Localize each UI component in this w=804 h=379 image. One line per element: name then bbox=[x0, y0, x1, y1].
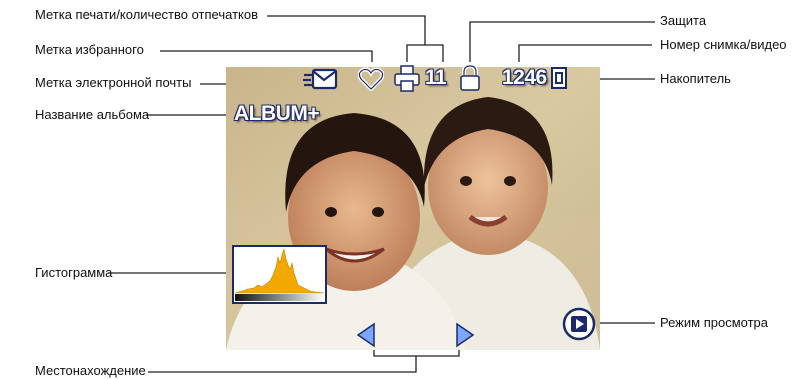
callout-favorite-tag: Метка избранного bbox=[35, 42, 144, 57]
callout-album-name: Название альбома bbox=[35, 107, 150, 122]
printer-icon bbox=[394, 65, 420, 92]
callout-picture-video-number: Номер снимка/видео bbox=[660, 37, 787, 52]
heart-icon bbox=[358, 67, 384, 91]
callout-location: Местонахождение bbox=[35, 363, 146, 378]
right-arrow-icon[interactable] bbox=[455, 322, 475, 348]
callout-storage: Накопитель bbox=[660, 71, 731, 86]
email-tag-icon bbox=[303, 68, 338, 90]
lock-icon bbox=[460, 64, 480, 91]
left-arrow-icon[interactable] bbox=[356, 322, 376, 348]
play-review-icon bbox=[562, 307, 596, 341]
print-count: 11 bbox=[425, 66, 447, 89]
callout-histogram: Гистограмма bbox=[35, 265, 113, 280]
callout-review-mode: Режим просмотра bbox=[660, 315, 768, 330]
histogram-icon bbox=[232, 245, 327, 304]
callout-print-tag: Метка печати/количество отпечатков bbox=[35, 7, 258, 22]
callout-email-tag: Метка электронной почты bbox=[35, 75, 192, 90]
album-label: ALBUM+ bbox=[234, 102, 320, 125]
picture-number: 1246 bbox=[502, 66, 547, 89]
memory-card-icon bbox=[551, 67, 567, 89]
callout-protection: Защита bbox=[660, 13, 707, 28]
